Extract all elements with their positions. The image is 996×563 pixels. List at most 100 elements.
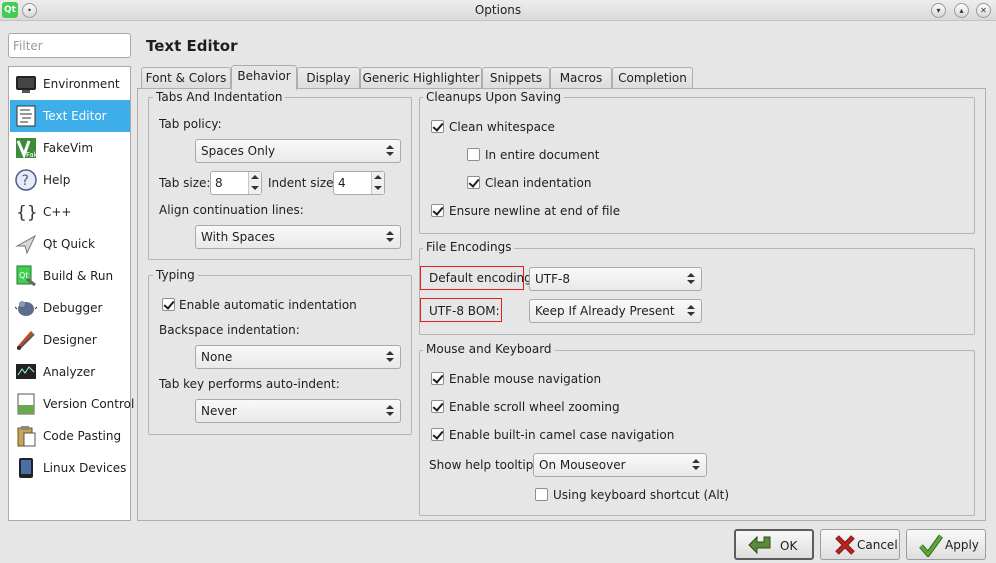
arrow-down-icon (251, 186, 259, 190)
ok-label: OK (780, 539, 798, 553)
help-icon: ? (14, 168, 38, 192)
indent-size-spinbox[interactable]: 4 (333, 171, 385, 195)
entire-document-checkbox[interactable] (467, 148, 480, 161)
camel-case-checkbox[interactable] (431, 428, 444, 441)
updown-arrow-icon (386, 405, 394, 417)
updown-arrow-icon (687, 273, 695, 285)
svg-text:?: ? (22, 173, 29, 189)
ok-button[interactable]: OK (734, 529, 814, 560)
braces-icon: {} (14, 200, 38, 224)
tab-size-label: Tab size: (159, 176, 211, 190)
tab-size-spinbox[interactable]: 8 (210, 171, 262, 195)
default-encoding-label: Default encoding: (429, 271, 536, 285)
text-editor-icon (14, 104, 38, 128)
cleanups-title: Cleanups Upon Saving (423, 90, 565, 104)
sidebar-item-build-run[interactable]: Qt Build & Run (10, 260, 130, 292)
mouse-navigation-checkbox[interactable] (431, 372, 444, 385)
clipboard-icon (14, 424, 38, 448)
align-continuation-select[interactable]: With Spaces (195, 225, 401, 249)
ok-arrow-icon (748, 534, 772, 558)
clean-whitespace-checkbox[interactable] (431, 120, 444, 133)
typing-title: Typing (153, 268, 198, 282)
keyboard-shortcut-checkbox[interactable] (535, 488, 548, 501)
tabkey-label: Tab key performs auto-indent: (159, 377, 340, 391)
designer-icon (14, 328, 38, 352)
scroll-zoom-label: Enable scroll wheel zooming (449, 400, 620, 414)
minimize-button[interactable]: ▾ (931, 3, 946, 18)
auto-indent-checkbox[interactable] (162, 298, 175, 311)
entire-document-label: In entire document (485, 148, 600, 162)
sidebar-item-linux-devices[interactable]: Linux Devices (10, 452, 130, 484)
cancel-button[interactable]: Cancel (820, 529, 900, 560)
indent-size-label: Indent size: (268, 176, 338, 190)
camel-case-label: Enable built-in camel case navigation (449, 428, 675, 442)
backspace-label: Backspace indentation: (159, 323, 300, 337)
keyboard-shortcut-label: Using keyboard shortcut (Alt) (553, 488, 730, 502)
filter-input[interactable] (8, 33, 131, 58)
help-tooltips-select[interactable]: On Mouseover (533, 453, 707, 477)
backspace-select[interactable]: None (195, 345, 401, 369)
utf8-bom-label: UTF-8 BOM: (429, 304, 500, 318)
build-run-icon: Qt (14, 264, 38, 288)
updown-arrow-icon (386, 351, 394, 363)
help-tooltips-value: On Mouseover (539, 458, 626, 472)
tab-snippets[interactable]: Snippets (482, 67, 550, 89)
indent-size-value: 4 (338, 176, 346, 190)
tab-policy-value: Spaces Only (201, 144, 276, 158)
tabkey-select[interactable]: Never (195, 399, 401, 423)
ensure-newline-checkbox[interactable] (431, 204, 444, 217)
tab-behavior[interactable]: Behavior (231, 65, 297, 90)
sidebar-item-qt-quick[interactable]: Qt Quick (10, 228, 130, 260)
sidebar-item-text-editor[interactable]: Text Editor (10, 100, 130, 132)
close-button[interactable]: ✕ (976, 3, 991, 18)
svg-text:Qt: Qt (19, 271, 28, 280)
updown-arrow-icon (687, 305, 695, 317)
tab-policy-select[interactable]: Spaces Only (195, 139, 401, 163)
sidebar-item-code-pasting[interactable]: Code Pasting (10, 420, 130, 452)
tab-size-value: 8 (215, 176, 223, 190)
cancel-label: Cancel (857, 538, 898, 552)
tab-macros[interactable]: Macros (550, 67, 612, 89)
svg-text:{}: {} (16, 203, 37, 223)
analyzer-icon (14, 360, 38, 384)
category-list: Environment Text Editor Fake FakeVim ? H… (8, 66, 134, 521)
sidebar-item-version-control[interactable]: Version Control (10, 388, 134, 420)
utf8-bom-select[interactable]: Keep If Already Present (529, 299, 702, 323)
utf8-bom-value: Keep If Already Present (535, 304, 675, 318)
maximize-button[interactable]: ▴ (954, 3, 969, 18)
sidebar-item-cpp[interactable]: {} C++ (10, 196, 130, 228)
monitor-icon (14, 72, 38, 96)
mouse-keyboard-title: Mouse and Keyboard (423, 342, 555, 356)
title-bar: Qt • Options ▾ ▴ ✕ (0, 0, 996, 21)
sidebar-item-fakevim[interactable]: Fake FakeVim (10, 132, 130, 164)
tab-generic-highlighter[interactable]: Generic Highlighter (360, 67, 482, 89)
sidebar-item-help[interactable]: ? Help (10, 164, 130, 196)
tabs-indentation-title: Tabs And Indentation (153, 90, 286, 104)
mouse-navigation-label: Enable mouse navigation (449, 372, 602, 386)
sidebar-item-environment[interactable]: Environment (10, 68, 130, 100)
help-tooltips-label: Show help tooltips: (429, 458, 544, 472)
sidebar-item-designer[interactable]: Designer (10, 324, 130, 356)
default-encoding-select[interactable]: UTF-8 (529, 267, 702, 291)
spin-buttons[interactable] (371, 172, 384, 194)
spin-buttons[interactable] (248, 172, 261, 194)
apply-check-icon (919, 533, 944, 559)
sidebar-item-debugger[interactable]: Debugger (10, 292, 130, 324)
tab-font-colors[interactable]: Font & Colors (141, 67, 231, 89)
arrow-down-icon (374, 186, 382, 190)
tab-completion[interactable]: Completion (612, 67, 693, 89)
qt-quick-icon (14, 232, 38, 256)
sidebar-item-analyzer[interactable]: Analyzer (10, 356, 130, 388)
scroll-zoom-checkbox[interactable] (431, 400, 444, 413)
clean-indentation-checkbox[interactable] (467, 176, 480, 189)
tab-display[interactable]: Display (297, 67, 360, 89)
updown-arrow-icon (386, 231, 394, 243)
align-continuation-value: With Spaces (201, 230, 275, 244)
apply-button[interactable]: Apply (906, 529, 986, 560)
apply-label: Apply (945, 538, 979, 552)
default-encoding-value: UTF-8 (535, 272, 570, 286)
tabkey-value: Never (201, 404, 237, 418)
updown-arrow-icon (692, 459, 700, 471)
window-title: Options (474, 3, 522, 17)
cancel-x-icon (833, 533, 857, 557)
